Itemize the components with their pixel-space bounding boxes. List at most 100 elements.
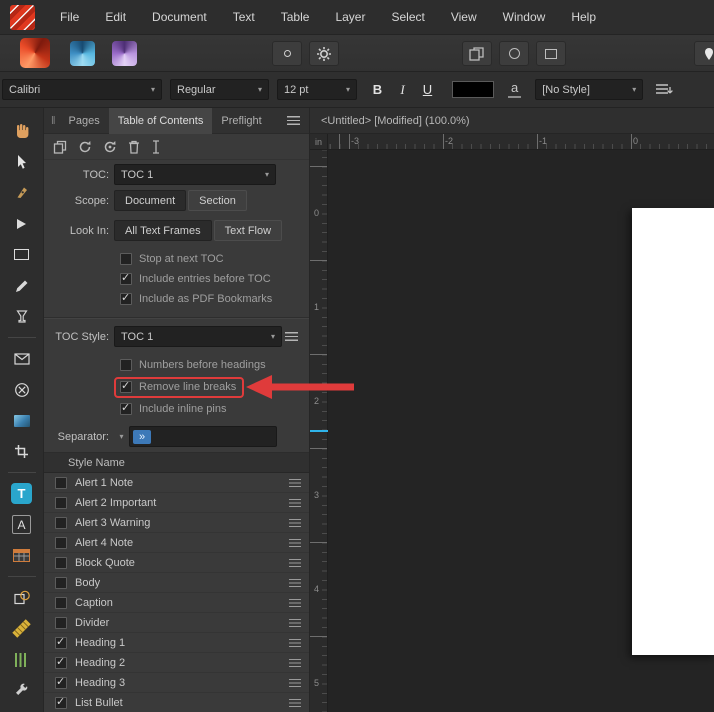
menu-select[interactable]: Select <box>378 10 437 24</box>
scope-document-button[interactable]: Document <box>114 190 187 211</box>
update-all-toc-button[interactable] <box>103 140 117 154</box>
menu-view[interactable]: View <box>438 10 490 24</box>
envelope-tool[interactable] <box>4 343 40 374</box>
table-tool[interactable] <box>4 540 40 571</box>
fill-tool[interactable] <box>4 301 40 332</box>
style-checkbox[interactable] <box>55 576 67 589</box>
style-row[interactable]: Alert 2 Important <box>44 493 309 513</box>
style-checkbox[interactable] <box>55 556 67 569</box>
pin-button[interactable] <box>694 41 714 66</box>
delete-toc-button[interactable] <box>128 140 140 154</box>
style-row-menu-icon[interactable] <box>289 478 301 487</box>
style-row-menu-icon[interactable] <box>289 538 301 547</box>
panel-grip-icon[interactable]: ‖ <box>44 115 60 127</box>
style-row[interactable]: List Bullet <box>44 693 309 712</box>
look-in-text-flow-button[interactable]: Text Flow <box>213 220 283 241</box>
menu-document[interactable]: Document <box>139 10 220 24</box>
shape-tool[interactable] <box>4 582 40 613</box>
ruler-tool[interactable] <box>4 613 40 644</box>
menu-window[interactable]: Window <box>490 10 559 24</box>
view-hand-tool[interactable] <box>4 115 40 146</box>
style-row-menu-icon[interactable] <box>289 618 301 627</box>
remove-line-breaks-checkbox[interactable] <box>120 379 132 393</box>
style-row[interactable]: Block Quote <box>44 553 309 573</box>
stop-at-next-toc-checkbox[interactable] <box>120 253 132 265</box>
photo-app-icon[interactable] <box>112 40 137 66</box>
style-checkbox[interactable] <box>55 655 67 669</box>
style-row-menu-icon[interactable] <box>289 498 301 507</box>
style-row[interactable]: Alert 1 Note <box>44 473 309 493</box>
horizontal-ruler[interactable]: -3 -2 -1 0 <box>328 134 714 150</box>
move-tool[interactable] <box>4 146 40 177</box>
canvas-area[interactable]: <Untitled> [Modified] (100.0%) in -3 -2 … <box>310 108 714 712</box>
artistic-text-tool[interactable] <box>4 509 40 540</box>
menu-help[interactable]: Help <box>558 10 609 24</box>
tab-preflight[interactable]: Preflight <box>212 108 270 134</box>
style-row[interactable]: Caption <box>44 593 309 613</box>
frame-button[interactable] <box>536 41 566 66</box>
transparency-tool[interactable] <box>4 374 40 405</box>
settings-gear-button[interactable] <box>309 41 339 66</box>
include-entries-before-toc-checkbox[interactable] <box>120 271 132 285</box>
menu-layer[interactable]: Layer <box>322 10 378 24</box>
italic-button[interactable]: I <box>390 78 415 102</box>
tab-table-of-contents[interactable]: Table of Contents <box>108 107 213 134</box>
tab-pages[interactable]: Pages <box>60 108 109 134</box>
style-row-menu-icon[interactable] <box>289 518 301 527</box>
style-row-menu-icon[interactable] <box>289 558 301 567</box>
bold-button[interactable]: B <box>365 78 390 102</box>
dot-options-button[interactable] <box>272 41 302 66</box>
style-checkbox[interactable] <box>55 536 67 549</box>
duplicate-toc-button[interactable] <box>53 140 67 154</box>
style-checkbox[interactable] <box>55 476 67 489</box>
toc-style-menu-icon[interactable] <box>285 332 298 341</box>
style-row[interactable]: Heading 1 <box>44 633 309 653</box>
frame-text-tool[interactable] <box>4 478 40 509</box>
font-weight-select[interactable]: Regular ▾ <box>170 79 269 100</box>
style-row[interactable]: Heading 2 <box>44 653 309 673</box>
underline-button[interactable]: U <box>415 78 440 102</box>
ellipse-button[interactable] <box>499 41 529 66</box>
style-row[interactable]: Divider <box>44 613 309 633</box>
include-inline-pins-checkbox[interactable] <box>120 401 132 415</box>
separator-preset-select[interactable]: ▾ <box>114 427 129 446</box>
vertical-ruler[interactable]: 0 1 2 3 4 5 <box>310 150 328 712</box>
text-color-swatch[interactable] <box>452 81 494 98</box>
pencil-tool[interactable] <box>4 270 40 301</box>
picture-frame-tool[interactable] <box>4 405 40 436</box>
insert-toc-button[interactable] <box>151 139 161 154</box>
font-family-select[interactable]: Calibri ▾ <box>2 79 162 100</box>
toc-select[interactable]: TOC 1 ▾ <box>114 164 276 185</box>
style-row-menu-icon[interactable] <box>289 658 301 667</box>
style-row-menu-icon[interactable] <box>289 638 301 647</box>
style-checkbox[interactable] <box>55 516 67 529</box>
font-size-select[interactable]: 12 pt ▾ <box>277 79 357 100</box>
pen-tool[interactable] <box>4 177 40 208</box>
style-checkbox[interactable] <box>55 596 67 609</box>
update-toc-button[interactable] <box>78 140 92 154</box>
style-row-menu-icon[interactable] <box>289 678 301 687</box>
menu-table[interactable]: Table <box>268 10 323 24</box>
style-checkbox[interactable] <box>55 616 67 629</box>
scope-section-button[interactable]: Section <box>188 190 247 211</box>
menu-file[interactable]: File <box>47 10 92 24</box>
publisher-app-icon[interactable] <box>20 38 50 68</box>
paragraph-panel-icon[interactable] <box>655 83 674 97</box>
style-row-menu-icon[interactable] <box>289 578 301 587</box>
paragraph-style-select[interactable]: [No Style] ▾ <box>535 79 644 100</box>
style-row[interactable]: Alert 3 Warning <box>44 513 309 533</box>
style-checkbox[interactable] <box>55 496 67 509</box>
frame-tool[interactable] <box>4 239 40 270</box>
character-color-button[interactable]: a <box>508 81 522 98</box>
look-in-all-text-frames-button[interactable]: All Text Frames <box>114 220 212 241</box>
style-row[interactable]: Body <box>44 573 309 593</box>
numbers-before-headings-checkbox[interactable] <box>120 359 132 371</box>
utilities-tool[interactable] <box>4 675 40 706</box>
menu-edit[interactable]: Edit <box>92 10 139 24</box>
toc-style-select[interactable]: TOC 1 ▾ <box>114 326 282 347</box>
style-checkbox[interactable] <box>55 675 67 689</box>
style-checkbox[interactable] <box>55 695 67 709</box>
pages-button[interactable] <box>462 41 492 66</box>
document-page[interactable] <box>632 208 714 655</box>
vector-crop-tool[interactable] <box>4 436 40 467</box>
